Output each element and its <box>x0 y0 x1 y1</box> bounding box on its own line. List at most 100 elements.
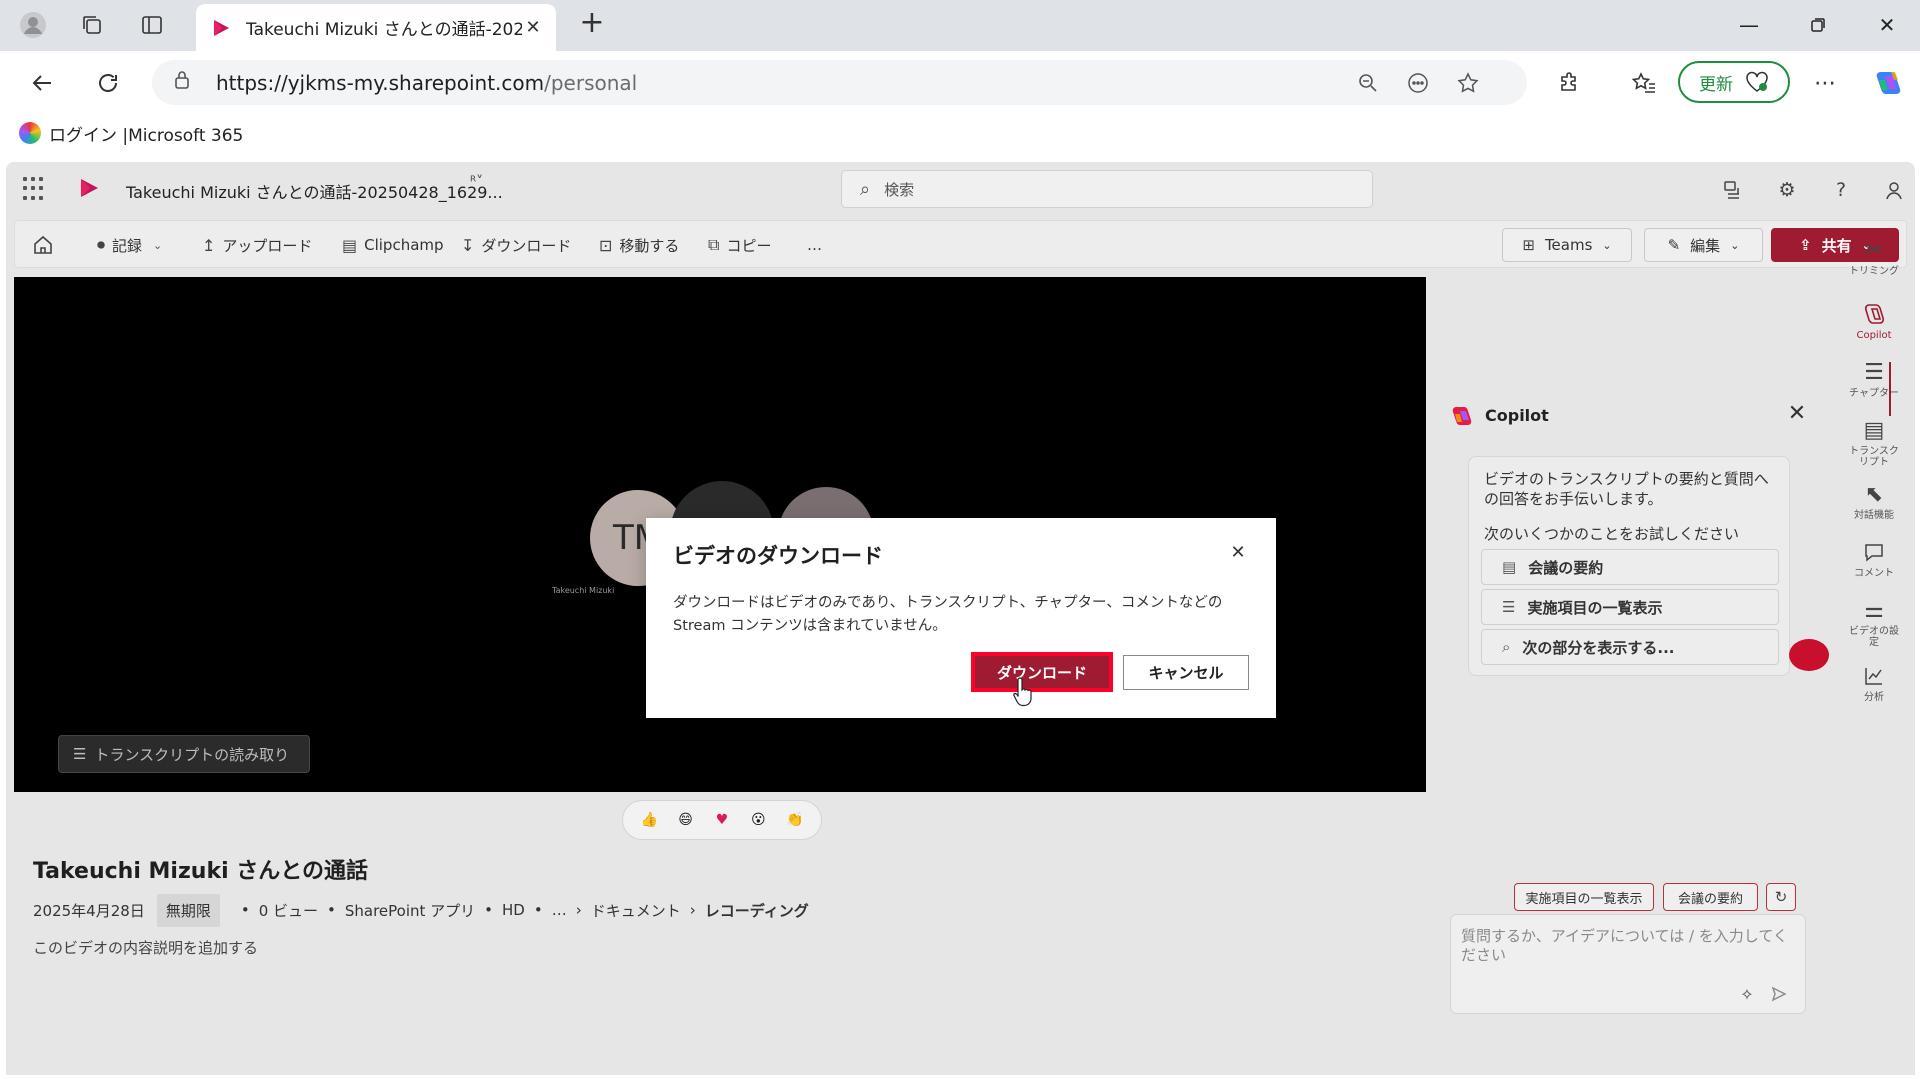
favorite-link[interactable]: ログイン |Microsoft 365 <box>19 121 243 146</box>
copilot-prompt-input[interactable]: 質問するか、アイデアについては / を入力してください ✧ <box>1450 914 1806 1014</box>
update-label: 更新 <box>1699 74 1733 95</box>
suggestion-show-part[interactable]: ⌕ 次の部分を表示する... <box>1481 629 1779 665</box>
favorite-star-icon[interactable] <box>1453 68 1483 98</box>
video-date: 2025年4月28日 <box>33 901 145 920</box>
dialog-close-icon[interactable]: ✕ <box>1224 538 1252 566</box>
document-title[interactable]: Takeuchi Mizuki さんとの通話-20250428_1629... <box>126 179 503 203</box>
app-launcher-icon[interactable] <box>23 177 47 201</box>
clap-icon[interactable]: 👏 <box>784 809 806 831</box>
rail-comments[interactable]: コメント <box>1838 538 1910 579</box>
zoom-icon[interactable] <box>1353 68 1383 98</box>
tab-close-icon[interactable]: ✕ <box>522 17 544 38</box>
reload-icon[interactable] <box>90 65 126 101</box>
window-close-icon[interactable]: ✕ <box>1864 8 1910 42</box>
copy-button[interactable]: ⧉ コピー <box>708 232 771 258</box>
new-tab-icon[interactable]: + <box>575 8 609 42</box>
settings-more-icon[interactable]: ⋯ <box>1807 65 1843 101</box>
settings-icon[interactable]: ⚙ <box>1772 175 1802 205</box>
dialog-message: ダウンロードはビデオのみであり、トランスクリプト、チャプター、コメントなどの S… <box>673 595 1223 634</box>
close-copilot-icon[interactable]: ✕ <box>1782 398 1812 428</box>
thumbs-up-icon[interactable]: 👍 <box>638 809 660 831</box>
people-icon[interactable] <box>1717 175 1747 205</box>
tab-actions-icon[interactable] <box>135 8 169 42</box>
chip-action-items[interactable]: 実施項目の一覧表示 <box>1514 883 1654 911</box>
cancel-label: キャンセル <box>1148 664 1224 682</box>
copilot-icon <box>1860 300 1888 328</box>
quality-label: HD <box>502 901 525 919</box>
rail-label: ビデオの設定 <box>1849 626 1899 648</box>
minimize-icon[interactable]: — <box>1726 8 1772 42</box>
cancel-button[interactable]: キャンセル <box>1123 655 1249 690</box>
rail-label: チャプター <box>1849 388 1899 399</box>
favorites-bar: ログイン |Microsoft 365 <box>0 114 1920 152</box>
refresh-icon[interactable]: ↻ <box>1766 883 1796 911</box>
surprised-icon[interactable]: 😮 <box>747 809 769 831</box>
app-name: SharePoint アプリ <box>344 901 476 920</box>
rail-chapters[interactable]: ☰ チャプター <box>1838 358 1910 400</box>
download-button[interactable]: ↧ ダウンロード <box>461 232 571 258</box>
rail-active-indicator <box>1889 362 1891 416</box>
active-tab[interactable]: Takeuchi Mizuki さんとの通話-2025 ✕ <box>196 4 556 51</box>
home-button[interactable] <box>32 232 54 258</box>
read-transcript-button[interactable]: ☰ トランスクリプトの読み取り <box>58 735 310 773</box>
more-tools-icon[interactable] <box>1403 68 1433 98</box>
chip-summary[interactable]: 会議の要約 <box>1663 883 1758 911</box>
rail-interactive[interactable]: ⬉ 対話機能 <box>1838 480 1910 522</box>
search-input[interactable]: ⌕ 検索 <box>841 170 1373 208</box>
breadcrumb-recordings[interactable]: レコーディング <box>705 900 809 921</box>
heart-icon[interactable]: ♥ <box>711 809 733 831</box>
recording-indicator <box>1789 639 1829 671</box>
suggestion-label: 実施項目の一覧表示 <box>1527 598 1663 617</box>
record-label: 記録 <box>112 236 143 255</box>
address-bar[interactable]: https://yjkms-my.sharepoint.com/personal <box>152 60 1527 105</box>
suggestion-summary[interactable]: ▤ 会議の要約 <box>1481 549 1779 585</box>
shared-chevron-icon[interactable]: ᴿ˅ <box>470 174 483 190</box>
help-icon[interactable]: ? <box>1826 175 1856 205</box>
rail-trim[interactable]: ✂ トリミング <box>1838 236 1910 278</box>
move-button[interactable]: ⊡ 移動する <box>599 232 679 258</box>
dot-separator: • <box>484 901 494 919</box>
teams-button[interactable]: ⊞ Teams ⌄ <box>1502 228 1632 262</box>
chevron-down-icon: ⌄ <box>1602 238 1612 252</box>
restore-icon[interactable] <box>1795 8 1841 42</box>
laugh-icon[interactable]: 😄 <box>675 809 697 831</box>
rail-copilot[interactable]: Copilot <box>1838 300 1910 341</box>
breadcrumb-more[interactable]: … <box>552 901 567 919</box>
favorites-icon[interactable] <box>1626 65 1662 101</box>
breadcrumb-documents[interactable]: ドキュメント <box>591 900 681 921</box>
chevron-right-icon: › <box>575 901 582 919</box>
suggestion-action-items[interactable]: ☰ 実施項目の一覧表示 <box>1481 589 1779 625</box>
back-icon[interactable] <box>24 65 60 101</box>
reaction-bar: 👍 😄 ♥ 😮 👏 <box>622 800 822 840</box>
confirm-download-button[interactable]: ダウンロード <box>971 652 1113 692</box>
more-commands-button[interactable]: … <box>807 232 822 258</box>
url-text[interactable]: https://yjkms-my.sharepoint.com/personal <box>216 71 637 95</box>
sparkle-icon[interactable]: ✧ <box>1735 982 1759 1006</box>
update-button[interactable]: 更新 <box>1678 61 1790 103</box>
description-field[interactable]: このビデオの内容説明を追加する <box>33 937 258 958</box>
list-icon: ☰ <box>1502 598 1516 616</box>
rail-video-settings[interactable]: ⚌ ビデオの設定 <box>1838 596 1910 649</box>
account-icon[interactable] <box>1879 175 1909 205</box>
rail-analytics[interactable]: 分析 <box>1838 662 1910 703</box>
edit-button[interactable]: ✎ 編集 ⌄ <box>1644 228 1763 262</box>
url-host: https://yjkms-my.sharepoint.com <box>216 70 545 95</box>
move-label: 移動する <box>619 236 680 255</box>
expiry-badge[interactable]: 無期限 <box>156 893 220 927</box>
profile-icon[interactable] <box>16 8 50 42</box>
send-icon[interactable] <box>1767 982 1791 1006</box>
rail-transcript[interactable]: ▤ トランスクリプト <box>1838 416 1910 469</box>
chevron-down-icon: ⌄ <box>153 238 163 252</box>
microsoft365-icon <box>19 122 41 144</box>
upload-button[interactable]: ↥ アップロード <box>202 232 312 258</box>
health-icon <box>1746 71 1768 92</box>
lock-icon[interactable] <box>174 70 194 95</box>
extensions-icon[interactable] <box>1551 65 1587 101</box>
workspaces-icon[interactable] <box>75 8 109 42</box>
confirm-download-label: ダウンロード <box>996 663 1087 682</box>
copilot-browser-icon[interactable] <box>1870 65 1906 101</box>
clipchamp-button[interactable]: ▤ Clipchamp <box>342 232 444 258</box>
record-button[interactable]: ⏺ 記録 ⌄ <box>97 232 162 258</box>
suggestion-label: 会議の要約 <box>1528 558 1604 577</box>
stream-logo-icon[interactable] <box>77 176 101 200</box>
